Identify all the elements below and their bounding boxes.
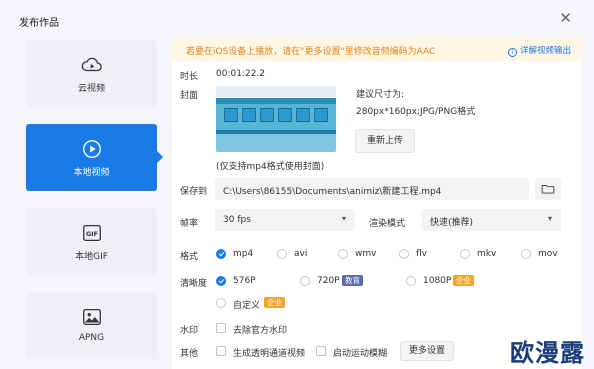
fps-value: 30 fps [223, 215, 251, 225]
resolution-label-1080p: 1080P [423, 276, 452, 286]
resolution-radio-custom[interactable] [216, 298, 226, 308]
format-label-mp4: mp4 [233, 249, 254, 259]
play-icon [82, 140, 101, 158]
resolution-label-720p: 720P [317, 276, 340, 286]
dialog-title: 发布作品 [19, 18, 59, 29]
format-radio-flv[interactable] [399, 249, 409, 259]
remove-watermark-label: 去除官方水印 [233, 326, 288, 336]
enterprise-badge: 企业 [453, 275, 474, 286]
format-radio-avi[interactable] [277, 249, 287, 259]
resolution-label-576p: 576P [233, 276, 256, 286]
cover-thumbnail[interactable] [216, 86, 336, 152]
format-radio-mp4[interactable] [216, 249, 226, 259]
nav-label-local-video: 本地视频 [73, 168, 110, 178]
cover-label: 封面 [180, 91, 199, 101]
render-mode-label: 渲染模式 [369, 219, 406, 229]
alpha-video-checkbox[interactable] [216, 346, 226, 356]
resolution-radio-576p[interactable] [216, 276, 226, 286]
folder-icon [541, 185, 555, 194]
render-mode-value: 快速(推荐) [430, 218, 474, 228]
format-label-mov: mov [538, 249, 558, 259]
svg-text:GIF: GIF [85, 230, 97, 238]
format-label: 格式 [180, 252, 199, 262]
format-label-mkv: mkv [477, 249, 497, 259]
other-label: 其他 [180, 349, 199, 359]
chevron-down-icon: ▾ [547, 214, 552, 223]
nav-label-local-gif: 本地GIF [75, 252, 108, 262]
resolution-label: 清晰度 [180, 279, 208, 289]
gif-icon: GIF [82, 225, 101, 241]
edu-badge: 教育 [342, 275, 363, 286]
more-settings-button[interactable]: 更多设置 [400, 341, 454, 361]
resolution-radio-720p[interactable] [300, 276, 310, 286]
resolution-radio-1080p[interactable] [406, 276, 416, 286]
nav-label-cloud-video: 云视频 [77, 84, 105, 94]
save-path-value: C:\Users\86155\Documents\animiz\新建工程.mp4 [223, 187, 442, 197]
nav-label-apng: APNG [78, 333, 105, 343]
format-label-flv: flv [416, 249, 427, 259]
format-radio-mkv[interactable] [460, 249, 470, 259]
chevron-down-icon: ▾ [341, 214, 346, 223]
browse-folder-button[interactable] [535, 178, 561, 200]
format-label-avi: avi [294, 249, 308, 259]
nav-item-apng[interactable]: APNG [26, 292, 157, 359]
duration-label: 时长 [180, 72, 199, 82]
render-mode-select[interactable]: 快速(推荐) ▾ [422, 209, 561, 231]
save-path-field[interactable]: C:\Users\86155\Documents\animiz\新建工程.mp4 [215, 178, 529, 200]
cloud-play-icon [81, 57, 102, 72]
fps-label: 帧率 [180, 219, 199, 229]
brand-watermark: 欧漫露 [510, 338, 585, 367]
cover-hint-size: 280px*160px;JPG/PNG格式 [356, 107, 476, 117]
publish-dialog: 发布作品 ✕ 云视频 本地视频 GIF 本地GIF APNG 若要在iOS设备上… [0, 0, 594, 369]
nav-item-local-video[interactable]: 本地视频 [26, 124, 157, 191]
resolution-label-custom: 自定义 [233, 301, 261, 311]
watermark-label: 水印 [180, 326, 199, 336]
enterprise-badge: 企业 [264, 297, 285, 308]
cover-note: (仅支持mp4格式使用封面) [216, 162, 325, 172]
info-icon: i [507, 48, 517, 57]
nav-item-cloud-video[interactable]: 云视频 [26, 40, 157, 107]
nav-item-local-gif[interactable]: GIF 本地GIF [26, 208, 157, 275]
remove-watermark-checkbox[interactable] [216, 323, 226, 333]
output-help-link[interactable]: i 详解视频输出 [507, 44, 571, 57]
image-icon [82, 309, 101, 325]
motion-blur-checkbox[interactable] [316, 346, 326, 356]
fps-select[interactable]: 30 fps ▾ [215, 209, 355, 231]
save-to-label: 保存到 [180, 187, 208, 197]
ios-notice-text: 若要在iOS设备上播放，请在"更多设置"里修改音频编码为AAC [186, 47, 436, 57]
alpha-video-label: 生成透明通道视频 [233, 349, 306, 359]
format-radio-mov[interactable] [521, 249, 531, 259]
cover-hint-title: 建议尺寸为: [356, 90, 405, 100]
active-indicator [157, 151, 163, 163]
reupload-button[interactable]: 重新上传 [355, 129, 415, 153]
format-label-wmv: wmv [355, 249, 377, 259]
duration-value: 00:01:22.2 [216, 69, 266, 79]
close-icon[interactable]: ✕ [559, 11, 572, 26]
format-radio-wmv[interactable] [338, 249, 348, 259]
motion-blur-label: 启动运动模糊 [333, 349, 388, 359]
ios-notice-bar: 若要在iOS设备上播放，请在"更多设置"里修改音频编码为AAC i 详解视频输出 [172, 37, 582, 61]
